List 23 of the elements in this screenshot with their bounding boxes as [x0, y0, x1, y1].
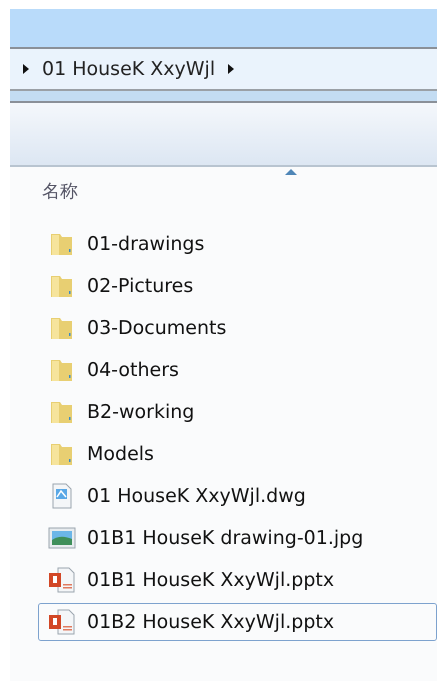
chevron-right-icon[interactable] — [227, 63, 236, 75]
file-row[interactable]: 01B2 HouseK XxyWjl.pptx — [38, 603, 437, 641]
file-row[interactable]: 01 HouseK XxyWjl.dwg — [38, 477, 437, 515]
chevron-right-icon[interactable] — [22, 63, 30, 75]
file-row[interactable]: 03-Documents — [38, 309, 437, 347]
folder-icon — [49, 231, 75, 257]
folder-icon — [49, 273, 75, 299]
presentation-file-icon — [48, 567, 76, 593]
file-row[interactable]: 02-Pictures — [38, 267, 437, 305]
breadcrumb-item[interactable]: 01 HouseK XxyWjl — [42, 54, 216, 84]
column-header[interactable]: 名称 — [10, 167, 437, 215]
file-row[interactable]: B2-working — [38, 393, 437, 431]
folder-icon — [49, 315, 75, 341]
folder-icon — [49, 441, 75, 467]
image-icon — [48, 526, 76, 550]
file-row[interactable]: 04-others — [38, 351, 437, 389]
file-row[interactable]: 01-drawings — [38, 225, 437, 263]
folder-icon — [49, 357, 75, 383]
presentation-file-icon — [48, 609, 76, 635]
file-row[interactable]: Models — [38, 435, 437, 473]
folder-icon — [49, 399, 75, 425]
file-row[interactable]: 01B1 HouseK drawing-01.jpg — [38, 519, 437, 557]
file-row[interactable]: 01B1 HouseK XxyWjl.pptx — [38, 561, 437, 599]
